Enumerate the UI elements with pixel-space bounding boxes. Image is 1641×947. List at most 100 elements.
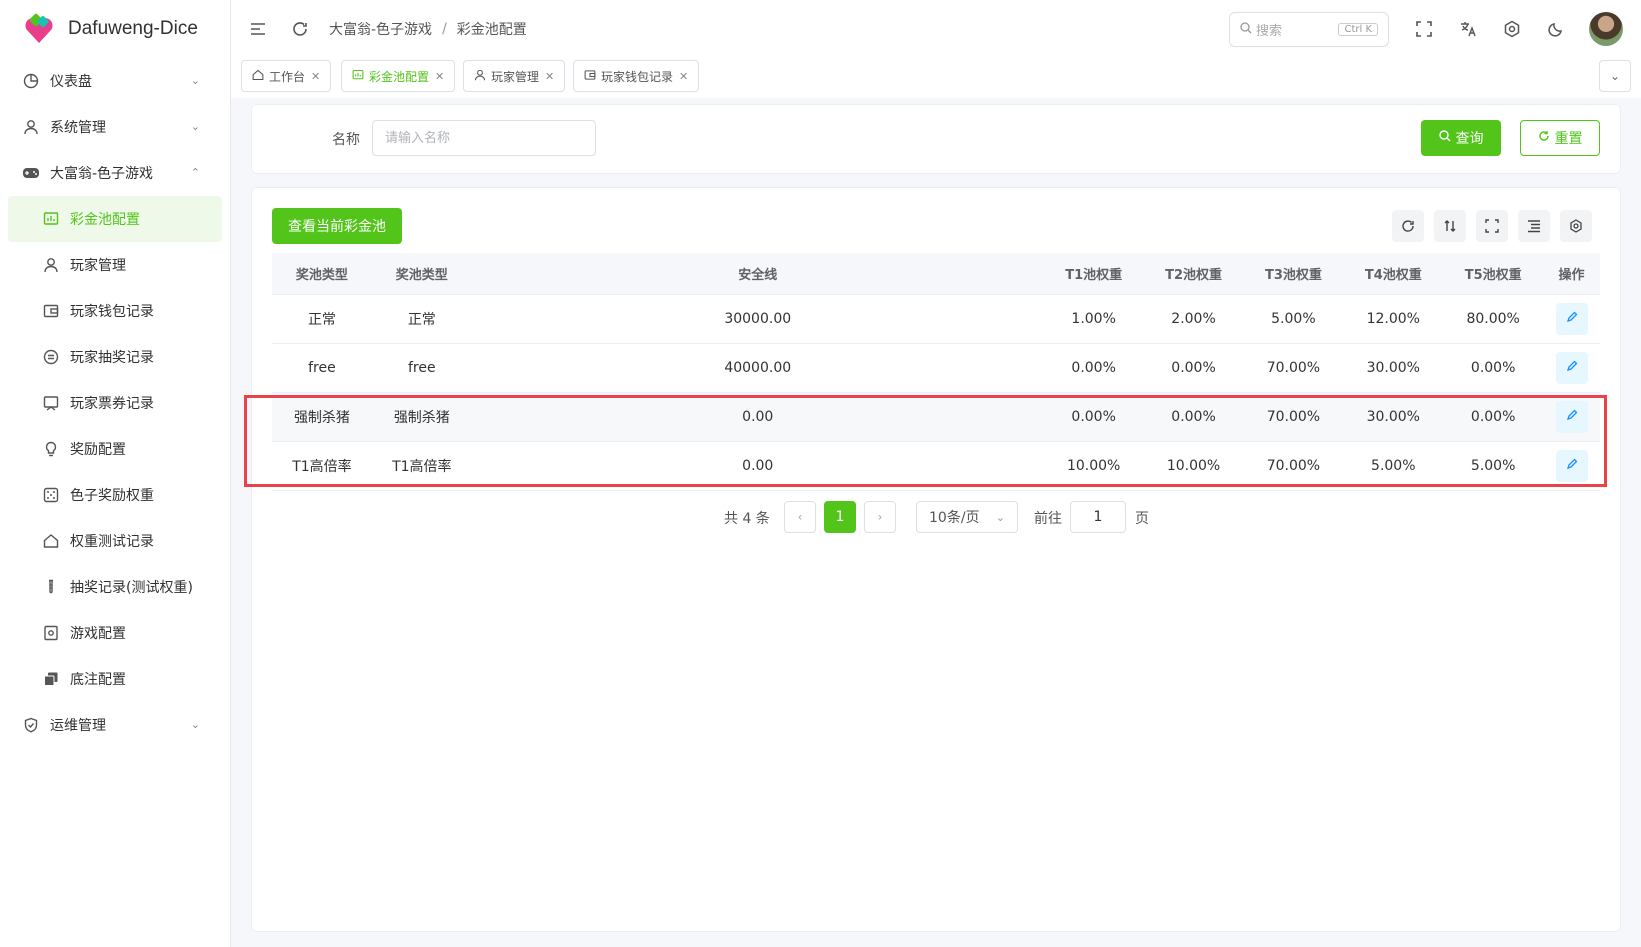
copy-icon <box>42 670 60 688</box>
edit-button[interactable] <box>1555 302 1588 335</box>
column-header[interactable]: 操作 <box>1543 253 1600 295</box>
tab-bar: 工作台 ✕ 彩金池配置 ✕ 玩家管理 ✕ 玩家钱包记录 ✕ ⌄ <box>231 58 1641 98</box>
column-header[interactable]: T2池权重 <box>1143 253 1244 295</box>
column-settings-icon[interactable] <box>1560 210 1592 242</box>
sidebar-item-ops[interactable]: 运维管理 ⌄ <box>0 702 230 748</box>
sort-icon[interactable] <box>1434 210 1466 242</box>
sidebar-subitem-0[interactable]: 彩金池配置 <box>8 196 222 242</box>
chart-icon <box>42 210 60 228</box>
chevron-down-icon: ⌄ <box>995 510 1005 524</box>
ticket-icon <box>42 394 60 412</box>
sidebar-subitem-8[interactable]: 抽奖记录(测试权重) <box>0 564 230 610</box>
view-current-pool-button[interactable]: 查看当前彩金池 <box>272 208 402 244</box>
close-icon[interactable]: ✕ <box>679 70 688 83</box>
fullscreen-icon[interactable] <box>1476 210 1508 242</box>
menu-item-label: 仪表盘 <box>50 74 92 90</box>
page-size-select[interactable]: 10条/页 ⌄ <box>916 501 1018 533</box>
table-row: 正常 正常 30000.00 1.00% 2.00% 5.00% 12.00% 80.00% <box>272 294 1600 344</box>
tube-icon <box>42 578 60 596</box>
column-header[interactable]: 奖池类型 <box>371 253 472 295</box>
edit-button[interactable] <box>1555 400 1588 433</box>
search-input[interactable]: 搜索 Ctrl K <box>1229 12 1389 47</box>
sidebar-subitem-5[interactable]: 奖励配置 <box>0 426 230 472</box>
column-header[interactable]: T5池权重 <box>1443 253 1544 295</box>
column-header[interactable]: 奖池类型 <box>272 253 372 295</box>
table-card: 查看当前彩金池 奖池类型 奖池类型 安全线 T1池权重 T2池权重 T3池权重 T4池权重 T… <box>251 187 1621 932</box>
sidebar-subitem-4[interactable]: 玩家票券记录 <box>0 380 230 426</box>
menu-item-label: 底注配置 <box>70 672 126 688</box>
name-label: 名称 <box>332 132 360 148</box>
reset-button[interactable]: 重置 <box>1520 120 1600 156</box>
avatar[interactable] <box>1589 12 1623 46</box>
close-icon[interactable]: ✕ <box>435 70 444 83</box>
table-row: T1高倍率 T1高倍率 0.00 10.00% 10.00% 70.00% 5.00% 5.0… <box>272 441 1600 491</box>
chevron-down-icon: ⌄ <box>1609 69 1621 83</box>
table-cell: 10.00% <box>1043 441 1144 491</box>
sidebar-subitem-2[interactable]: 玩家钱包记录 <box>0 288 230 334</box>
edit-icon <box>1566 311 1578 327</box>
next-page-button[interactable]: › <box>864 501 896 533</box>
table-cell: 0.00% <box>1143 343 1244 393</box>
chevron-up-icon: ⌃ <box>190 166 200 179</box>
sidebar-subitem-1[interactable]: 玩家管理 <box>0 242 230 288</box>
sidebar-item-0[interactable]: 仪表盘 ⌄ <box>0 58 230 104</box>
edit-button[interactable] <box>1555 351 1588 384</box>
translate-icon[interactable] <box>1457 18 1479 40</box>
table-cell: 5.00% <box>1343 441 1444 491</box>
fullscreen-icon[interactable] <box>1413 18 1435 40</box>
close-icon[interactable]: ✕ <box>311 70 320 83</box>
table-cell: 30000.00 <box>471 294 1044 344</box>
logo[interactable]: Dafuweng-Dice <box>0 0 230 58</box>
table-cell: 12.00% <box>1343 294 1444 344</box>
tab-3[interactable]: 玩家钱包记录 ✕ <box>573 60 700 92</box>
wallet-icon <box>42 302 60 320</box>
edit-button[interactable] <box>1555 449 1588 482</box>
chevron-down-icon: ⌄ <box>190 718 200 731</box>
menu-item-label: 奖励配置 <box>70 442 126 458</box>
sidebar-subitem-10[interactable]: 底注配置 <box>0 656 230 702</box>
sidebar-subitem-9[interactable]: 游戏配置 <box>0 610 230 656</box>
sidebar-subitem-3[interactable]: 玩家抽奖记录 <box>0 334 230 380</box>
pool-config-table: 奖池类型 奖池类型 安全线 T1池权重 T2池权重 T3池权重 T4池权重 T5池权重 操作 正… <box>272 253 1600 491</box>
column-header[interactable]: T4池权重 <box>1343 253 1444 295</box>
tab-1[interactable]: 彩金池配置 ✕ <box>341 60 456 92</box>
page-number-current[interactable]: 1 <box>824 501 856 533</box>
query-button-label: 查询 <box>1455 131 1484 147</box>
table-cell: free <box>371 343 472 393</box>
settings-icon[interactable] <box>1501 18 1523 40</box>
close-icon[interactable]: ✕ <box>545 70 554 83</box>
dark-mode-icon[interactable] <box>1545 18 1567 40</box>
goto-page-input[interactable] <box>1070 501 1126 533</box>
dashboard-icon <box>22 72 40 90</box>
app-title: Dafuweng-Dice <box>68 18 198 39</box>
breadcrumb-item-game[interactable]: 大富翁-色子游戏 <box>329 19 432 39</box>
refresh-icon[interactable] <box>1392 210 1424 242</box>
tab-0[interactable]: 工作台 ✕ <box>241 60 332 92</box>
search-icon <box>1240 21 1252 38</box>
refresh-icon[interactable] <box>289 18 311 40</box>
column-header[interactable]: T1池权重 <box>1043 253 1144 295</box>
prev-page-button[interactable]: ‹ <box>784 501 816 533</box>
table-cell: 0.00% <box>1443 343 1544 393</box>
column-header[interactable]: 安全线 <box>471 253 1044 295</box>
chevron-left-icon: ‹ <box>797 510 803 524</box>
sidebar-item-1[interactable]: 系统管理 ⌄ <box>0 104 230 150</box>
menu-fold-icon[interactable] <box>247 18 269 40</box>
table-cell: 0.00% <box>1043 343 1144 393</box>
column-header[interactable]: T3池权重 <box>1243 253 1344 295</box>
menu-item-label: 权重测试记录 <box>70 534 154 550</box>
sidebar-item-2[interactable]: 大富翁-色子游戏 ⌃ <box>0 150 230 196</box>
query-button[interactable]: 查询 <box>1421 120 1501 156</box>
table-cell: 80.00% <box>1443 294 1544 344</box>
density-icon[interactable] <box>1518 210 1550 242</box>
tab-2[interactable]: 玩家管理 ✕ <box>463 60 566 92</box>
top-header: 大富翁-色子游戏 / 彩金池配置 搜索 Ctrl K <box>231 0 1641 58</box>
lottery-icon <box>42 348 60 366</box>
menu-item-label: 抽奖记录(测试权重) <box>70 580 193 596</box>
table-cell: 70.00% <box>1243 441 1344 491</box>
tab-more-button[interactable]: ⌄ <box>1599 60 1631 92</box>
action-cell <box>1543 294 1600 344</box>
logo-icon <box>22 12 56 46</box>
action-cell <box>1543 392 1600 442</box>
name-input[interactable] <box>372 120 596 156</box>
